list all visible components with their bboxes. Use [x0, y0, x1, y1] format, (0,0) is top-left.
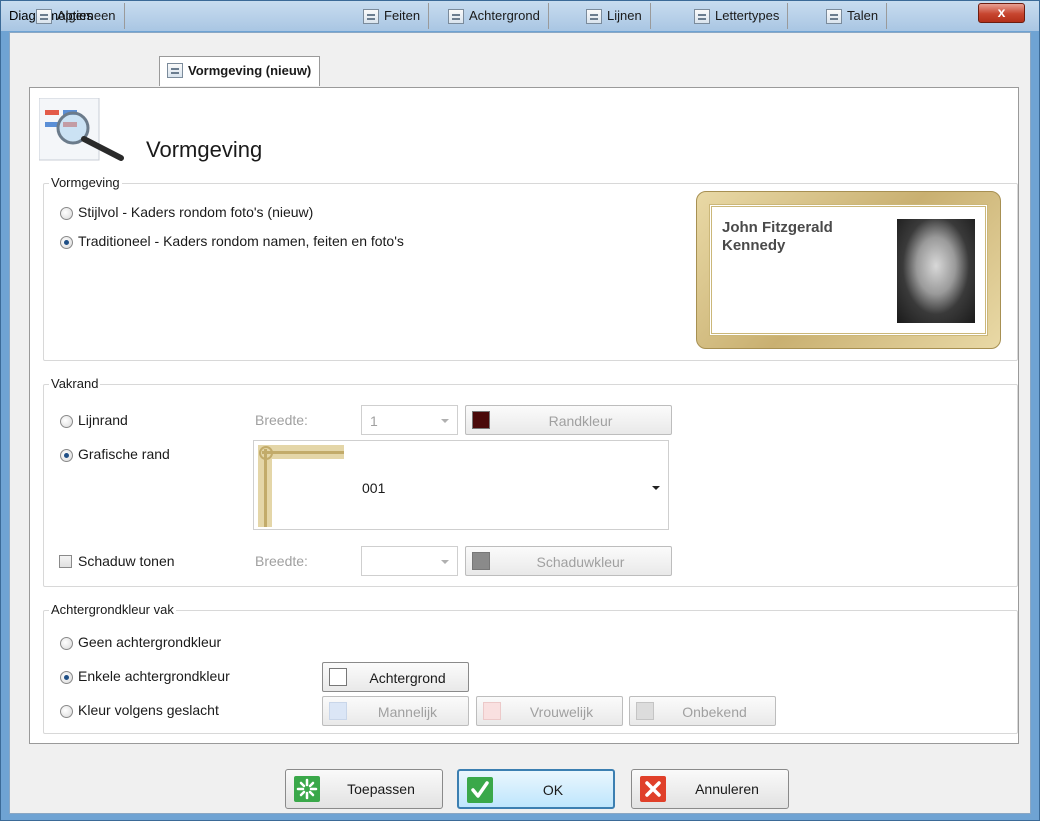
schaduw-label: Schaduw tonen: [78, 553, 175, 569]
preview-frame: John Fitzgerald Kennedy: [709, 204, 988, 336]
lijnrand-radio[interactable]: [60, 415, 73, 428]
vormgeving-group-label: Vormgeving: [49, 175, 122, 190]
grafische-rand-label: Grafische rand: [78, 446, 170, 462]
close-button[interactable]: x: [978, 3, 1025, 23]
breedte-value: 1: [370, 413, 378, 429]
achtergrond-swatch: [329, 668, 347, 686]
tab-label: Feiten: [384, 8, 421, 23]
frame-style-value: 001: [362, 480, 386, 496]
cancel-label: Annuleren: [695, 781, 759, 797]
breedte-label: Breedte:: [255, 412, 308, 428]
close-icon: x: [997, 4, 1006, 20]
frame-style-dropdown[interactable]: 001: [253, 440, 669, 530]
lijnrand-label: Lijnrand: [78, 412, 128, 428]
randkleur-swatch: [472, 411, 490, 429]
frame-corner-preview: [258, 445, 344, 527]
onbekend-label: Onbekend: [682, 704, 747, 720]
dialog-window: Diagramopties x Algemeen Vormgeving (nie…: [0, 0, 1040, 821]
schaduw-checkbox[interactable]: [59, 555, 72, 568]
chevron-down-icon: [652, 486, 660, 490]
schaduwkleur-label: Schaduwkleur: [536, 554, 625, 570]
vakrand-group-label: Vakrand: [49, 376, 101, 391]
geen-achtergrond-label: Geen achtergrondkleur: [78, 634, 222, 650]
stijlvol-label: Stijlvol - Kaders rondom foto's (nieuw): [78, 204, 314, 220]
magnifier-icon: [167, 63, 183, 78]
appearance-magnifier-icon: [39, 98, 124, 161]
grafische-rand-radio[interactable]: [60, 449, 73, 462]
tab-label: Talen: [847, 8, 879, 23]
tab-algemeen[interactable]: Algemeen: [29, 3, 125, 29]
tab-label: Vormgeving (nieuw): [188, 63, 312, 78]
page-title: Vormgeving: [146, 137, 263, 162]
stijlvol-radio[interactable]: [60, 207, 73, 220]
tab-label: Lijnen: [607, 8, 642, 23]
tab-label: Lettertypes: [715, 8, 780, 23]
tab-label: Algemeen: [57, 8, 116, 23]
schaduw-breedte-label: Breedte:: [255, 553, 308, 569]
achtergrond-group-label: Achtergrondkleur vak: [49, 602, 176, 617]
randkleur-label: Randkleur: [548, 413, 613, 429]
achtergrond-button[interactable]: Achtergrond: [322, 662, 469, 692]
tab-lettertypes[interactable]: Lettertypes: [687, 3, 789, 29]
ok-label: OK: [542, 782, 564, 798]
tab-label: Achtergrond: [469, 8, 540, 23]
background-icon: [448, 9, 464, 24]
facts-icon: [363, 9, 379, 24]
font-icon: [694, 9, 710, 24]
enkele-achtergrond-label: Enkele achtergrondkleur: [78, 668, 230, 684]
mannelijk-label: Mannelijk: [377, 704, 438, 720]
portrait-photo: [897, 219, 975, 323]
tab-feiten[interactable]: Feiten: [356, 3, 430, 29]
vrouwelijk-button[interactable]: Vrouwelijk: [476, 696, 623, 726]
apply-label: Toepassen: [347, 781, 415, 797]
vrouwelijk-swatch: [483, 702, 501, 720]
breedte-combo[interactable]: 1: [361, 405, 458, 435]
chevron-down-icon: [441, 419, 449, 423]
cancel-button[interactable]: Annuleren: [631, 769, 789, 809]
cancel-x-icon: [640, 776, 666, 802]
languages-icon: [826, 9, 842, 24]
traditioneel-radio[interactable]: [60, 236, 73, 249]
preview-person-name: John Fitzgerald Kennedy: [722, 219, 833, 254]
apply-icon: [294, 776, 320, 802]
apply-button[interactable]: Toepassen: [285, 769, 443, 809]
onbekend-swatch: [636, 702, 654, 720]
preview-card: John Fitzgerald Kennedy: [696, 191, 1001, 349]
mannelijk-button[interactable]: Mannelijk: [322, 696, 469, 726]
onbekend-button[interactable]: Onbekend: [629, 696, 776, 726]
schaduwkleur-button[interactable]: Schaduwkleur: [465, 546, 672, 576]
tab-achtergrond[interactable]: Achtergrond: [441, 3, 549, 29]
randkleur-button[interactable]: Randkleur: [465, 405, 672, 435]
tab-vormgeving[interactable]: Vormgeving (nieuw): [159, 56, 321, 86]
chevron-down-icon: [441, 560, 449, 564]
lines-icon: [586, 9, 602, 24]
ok-button[interactable]: OK: [457, 769, 615, 809]
schaduwkleur-swatch: [472, 552, 490, 570]
vrouwelijk-label: Vrouwelijk: [529, 704, 594, 720]
checkmark-icon: [467, 777, 493, 803]
enkele-achtergrond-radio[interactable]: [60, 671, 73, 684]
geen-achtergrond-radio[interactable]: [60, 637, 73, 650]
kleur-geslacht-radio[interactable]: [60, 705, 73, 718]
mannelijk-swatch: [329, 702, 347, 720]
achtergrond-button-label: Achtergrond: [369, 670, 446, 686]
kleur-geslacht-label: Kleur volgens geslacht: [78, 702, 219, 718]
tab-lijnen[interactable]: Lijnen: [579, 3, 651, 29]
tab-talen[interactable]: Talen: [819, 3, 888, 29]
settings-icon: [36, 9, 52, 24]
traditioneel-label: Traditioneel - Kaders rondom namen, feit…: [78, 233, 404, 249]
schaduw-breedte-combo[interactable]: [361, 546, 458, 576]
